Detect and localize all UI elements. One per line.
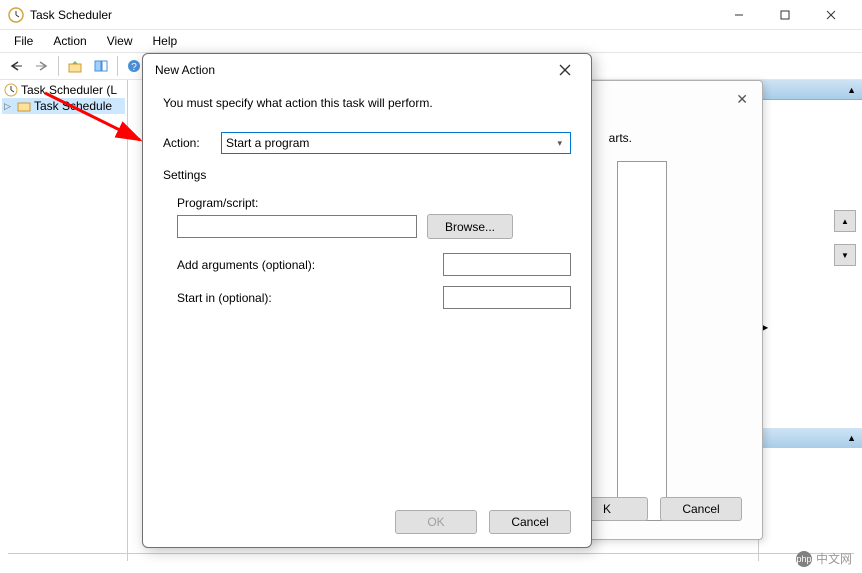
menu-view[interactable]: View: [97, 32, 143, 50]
chevron-down-icon: ▾: [557, 138, 566, 149]
tree-pane: Task Scheduler (L ▷ Task Schedule: [0, 80, 128, 561]
bg-text-fragment: arts.: [609, 131, 632, 145]
status-bar-divider: [8, 553, 854, 563]
program-script-input[interactable]: [177, 215, 417, 238]
startin-label: Start in (optional):: [177, 291, 272, 305]
back-button[interactable]: [4, 55, 28, 77]
browse-button[interactable]: Browse...: [427, 214, 513, 239]
action-label: Action:: [163, 136, 211, 150]
bg-listbox: [617, 161, 667, 521]
close-button[interactable]: [808, 0, 854, 30]
svg-text:?: ?: [131, 62, 137, 73]
instruction-text: You must specify what action this task w…: [163, 96, 571, 110]
collapse-icon[interactable]: ▲: [847, 433, 856, 443]
ok-button[interactable]: OK: [395, 510, 477, 534]
settings-header: Settings: [163, 168, 571, 182]
actions-header: ▲: [759, 80, 862, 100]
clock-icon: [4, 83, 18, 97]
toolbar-separator: [58, 56, 59, 76]
bg-cancel-button[interactable]: Cancel: [660, 497, 742, 521]
close-icon[interactable]: ✕: [736, 91, 748, 108]
new-action-dialog: New Action You must specify what action …: [142, 53, 592, 548]
menu-action[interactable]: Action: [43, 32, 96, 50]
menu-bar: File Action View Help: [0, 30, 862, 52]
folder-icon: [17, 99, 31, 113]
menu-file[interactable]: File: [4, 32, 43, 50]
scroll-down-button[interactable]: ▼: [834, 244, 856, 266]
dialog-titlebar: New Action: [143, 54, 591, 86]
app-icon: [8, 7, 24, 23]
expand-icon[interactable]: ▷: [4, 101, 14, 112]
tree-child-label: Task Schedule: [34, 99, 112, 113]
watermark-text: 中文网: [816, 550, 852, 567]
arguments-input[interactable]: [443, 253, 571, 276]
tree-child[interactable]: ▷ Task Schedule: [2, 98, 125, 114]
tree-root[interactable]: Task Scheduler (L: [2, 82, 125, 98]
startin-input[interactable]: [443, 286, 571, 309]
window-title: Task Scheduler: [30, 8, 716, 22]
up-folder-button[interactable]: [63, 55, 87, 77]
dialog-title-text: New Action: [155, 63, 551, 77]
arguments-label: Add arguments (optional):: [177, 258, 315, 272]
forward-button[interactable]: [30, 55, 54, 77]
cancel-button[interactable]: Cancel: [489, 510, 571, 534]
window-titlebar: Task Scheduler: [0, 0, 862, 30]
minimize-button[interactable]: [716, 0, 762, 30]
action-dropdown-value: Start a program: [226, 136, 309, 150]
maximize-button[interactable]: [762, 0, 808, 30]
nav-arrow-icon[interactable]: ▶: [759, 320, 850, 334]
watermark-logo: php: [796, 551, 812, 567]
watermark: php 中文网: [796, 550, 852, 567]
dialog-close-button[interactable]: [551, 56, 579, 84]
scroll-up-button[interactable]: ▲: [834, 210, 856, 232]
actions-subheader: ▲: [759, 428, 862, 448]
toolbar-separator: [117, 56, 118, 76]
menu-help[interactable]: Help: [143, 32, 188, 50]
actions-pane: ▲ ▲ ▼ ▶ ▲: [758, 80, 862, 561]
collapse-icon[interactable]: ▲: [847, 85, 856, 95]
tree-root-label: Task Scheduler (L: [21, 83, 117, 97]
program-script-label: Program/script:: [177, 196, 571, 210]
action-dropdown[interactable]: Start a program ▾: [221, 132, 571, 154]
details-pane-button[interactable]: [89, 55, 113, 77]
